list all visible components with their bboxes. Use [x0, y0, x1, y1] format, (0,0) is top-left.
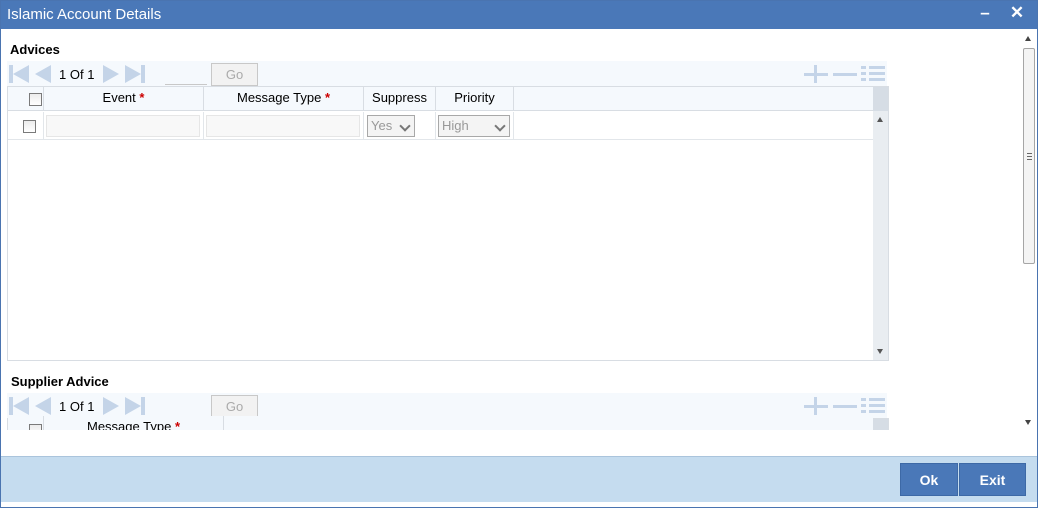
column-header-message-type: Message Type *	[44, 416, 224, 430]
advices-grid-header: Event * Message Type * Suppress Priority	[8, 87, 873, 111]
close-icon[interactable]: ✕	[1007, 3, 1027, 25]
total-pages: 1	[87, 67, 95, 82]
minimize-icon[interactable]: –	[975, 3, 995, 25]
scroll-down-icon[interactable]	[1025, 420, 1031, 425]
last-page-icon[interactable]	[125, 397, 145, 415]
table-row: Yes High	[8, 112, 873, 140]
select-all-cell	[8, 416, 44, 430]
advices-pager: 1 Of 1 Go	[7, 61, 887, 87]
advices-grid: Event * Message Type * Suppress Priority	[7, 86, 889, 361]
supplier-advice-grid-header: Message Type *	[8, 416, 873, 430]
advices-section-title: Advices	[10, 42, 60, 57]
islamic-account-details-window: Islamic Account Details – ✕ Advices 1 Of…	[0, 0, 1038, 508]
supplier-advice-section-title: Supplier Advice	[11, 374, 109, 389]
next-page-icon[interactable]	[103, 65, 123, 83]
add-row-icon[interactable]	[804, 397, 830, 415]
go-button[interactable]: Go	[211, 63, 258, 86]
supplier-advice-grid: Message Type *	[7, 416, 889, 430]
content-area: Advices 1 Of 1 Go Event * Message Type *…	[1, 30, 1021, 430]
of-label: Of	[69, 67, 84, 82]
next-page-icon[interactable]	[103, 397, 123, 415]
current-page: 1	[59, 67, 67, 82]
chevron-down-icon	[399, 120, 411, 132]
supplier-advice-grid-scrollbar[interactable]	[873, 419, 888, 430]
select-all-checkbox[interactable]	[29, 424, 42, 430]
scroll-down-icon[interactable]	[877, 349, 883, 354]
previous-page-icon[interactable]	[33, 65, 53, 83]
scroll-up-icon[interactable]	[877, 117, 883, 122]
event-input[interactable]	[46, 115, 200, 137]
title-bar: Islamic Account Details – ✕	[1, 1, 1037, 29]
column-header-message-type: Message Type *	[204, 87, 364, 111]
exit-button[interactable]: Exit	[959, 463, 1026, 496]
page-number-input[interactable]	[165, 396, 207, 417]
delete-row-icon[interactable]	[833, 397, 859, 415]
event-cell	[44, 112, 204, 140]
select-all-checkbox[interactable]	[29, 93, 42, 106]
page-number-input[interactable]	[165, 64, 207, 85]
page-indicator: 1 Of 1	[59, 399, 94, 414]
suppress-cell: Yes	[364, 112, 436, 140]
column-header-event: Event *	[44, 87, 204, 111]
column-header-suppress: Suppress	[364, 87, 436, 111]
page-indicator: 1 Of 1	[59, 67, 94, 82]
ok-button[interactable]: Ok	[900, 463, 958, 496]
current-page: 1	[59, 399, 67, 414]
delete-row-icon[interactable]	[833, 65, 859, 83]
priority-cell: High	[436, 112, 514, 140]
priority-select[interactable]: High	[438, 115, 510, 137]
row-checkbox[interactable]	[23, 120, 36, 133]
window-title: Islamic Account Details	[7, 6, 162, 23]
window-vertical-scrollbar[interactable]	[1021, 30, 1037, 431]
suppress-select[interactable]: Yes	[367, 115, 415, 137]
footer-bar: Ok Exit	[1, 456, 1037, 502]
message-type-cell	[204, 112, 364, 140]
column-header-priority: Priority	[436, 87, 514, 111]
last-page-icon[interactable]	[125, 65, 145, 83]
single-view-icon[interactable]	[861, 397, 887, 415]
scroll-up-icon[interactable]	[1025, 36, 1031, 41]
single-view-icon[interactable]	[861, 65, 887, 83]
chevron-down-icon	[494, 120, 506, 132]
of-label: Of	[69, 399, 84, 414]
first-page-icon[interactable]	[9, 397, 29, 415]
go-button[interactable]: Go	[211, 395, 258, 418]
row-select-cell	[8, 112, 44, 140]
first-page-icon[interactable]	[9, 65, 29, 83]
previous-page-icon[interactable]	[33, 397, 53, 415]
message-type-input[interactable]	[206, 115, 360, 137]
add-row-icon[interactable]	[804, 65, 830, 83]
scrollbar-thumb[interactable]	[1023, 48, 1035, 264]
select-all-cell	[8, 87, 44, 111]
advices-grid-scrollbar[interactable]	[873, 87, 888, 360]
total-pages: 1	[87, 399, 95, 414]
